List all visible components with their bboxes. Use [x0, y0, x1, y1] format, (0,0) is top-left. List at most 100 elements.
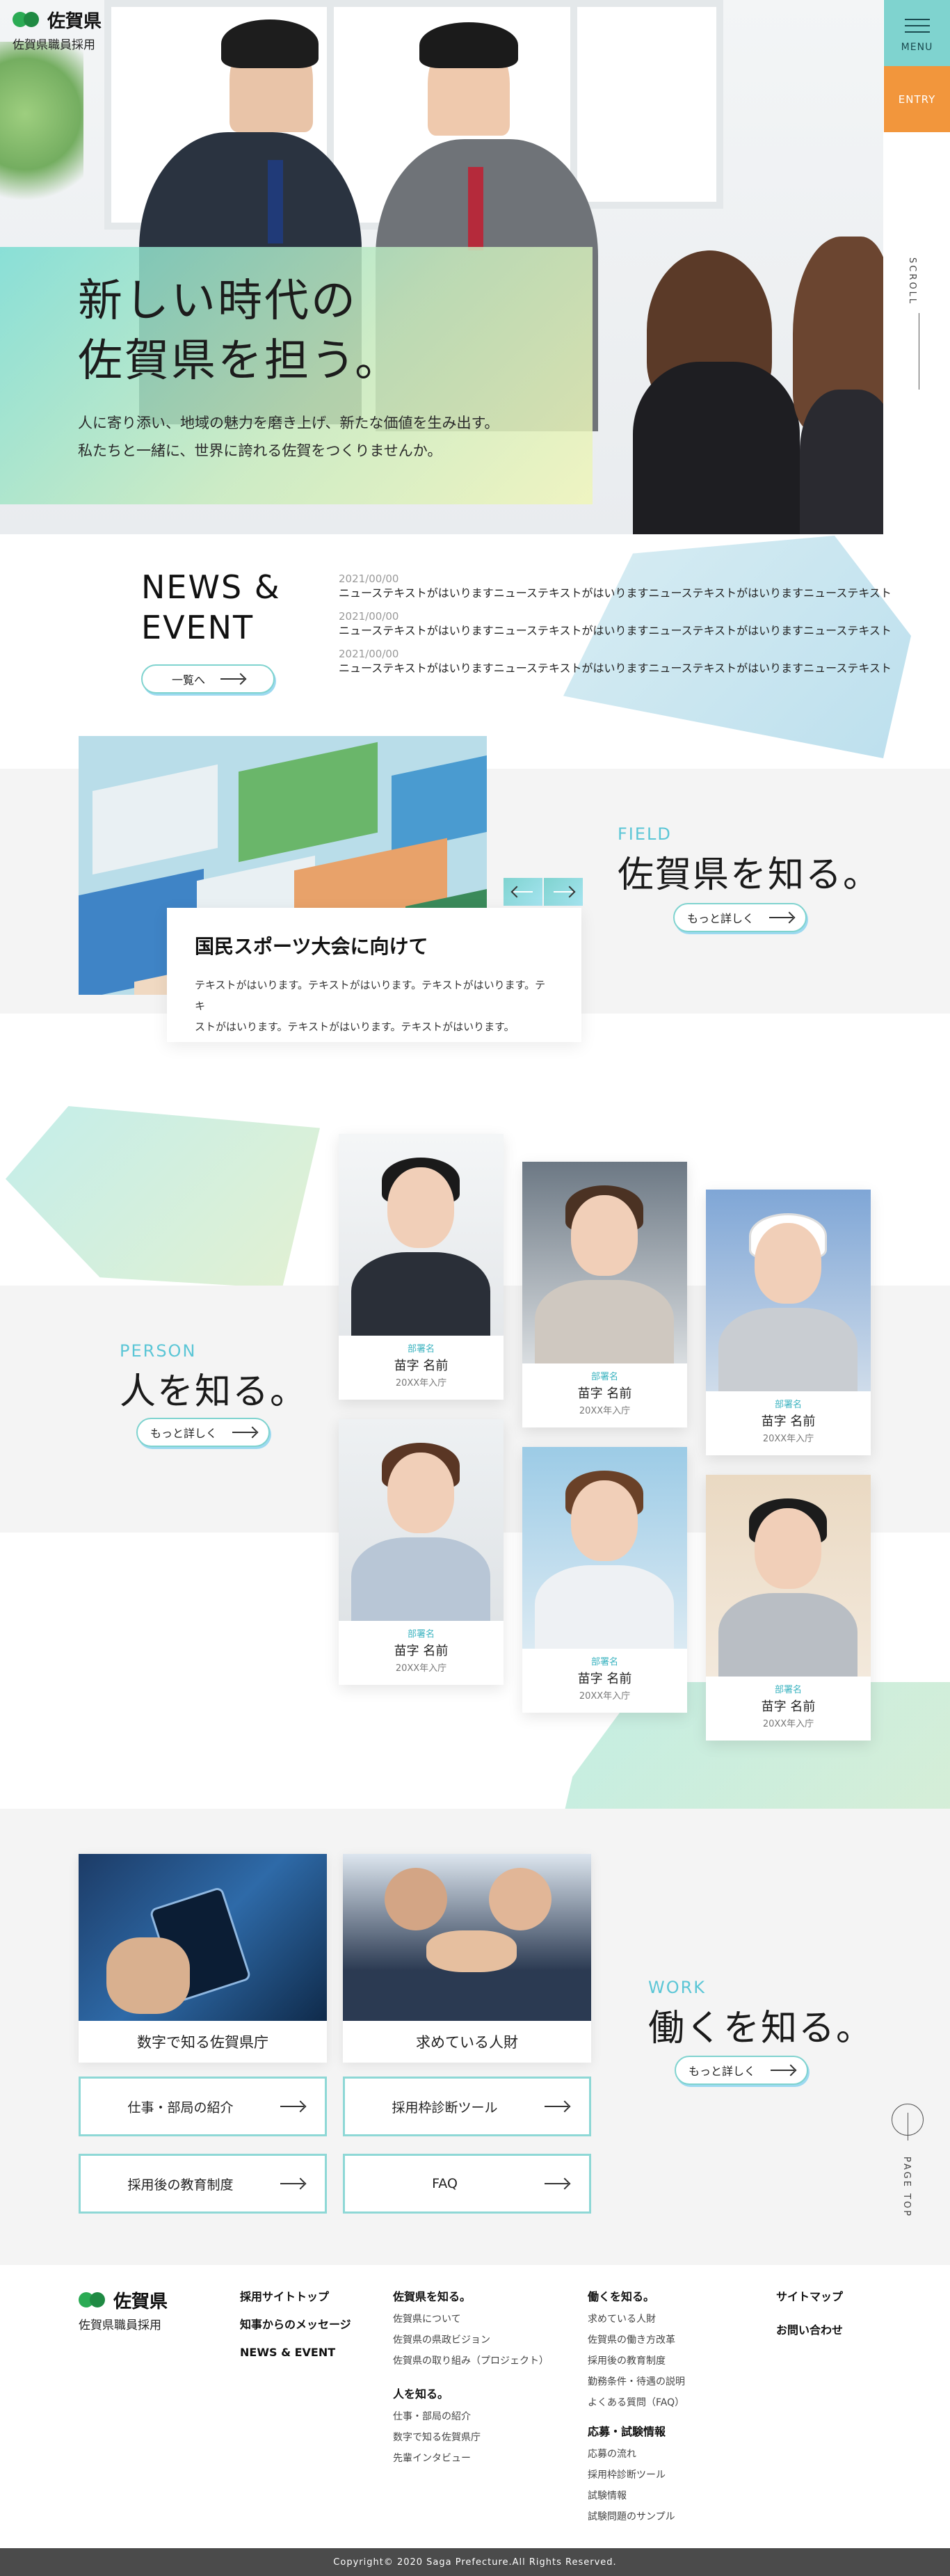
arrow-right-icon	[220, 678, 244, 680]
person-card[interactable]: 部署名 苗字 名前 20XX年入庁	[339, 1419, 504, 1685]
work-more-button[interactable]: もっと詳しく	[675, 2056, 808, 2085]
person-photo	[706, 1475, 871, 1677]
person-card[interactable]: 部署名 苗字 名前 20XX年入庁	[522, 1447, 687, 1713]
footer-link[interactable]: 勤務条件・待遇の説明	[588, 2371, 685, 2392]
footer-link[interactable]: 佐賀県を知る。	[393, 2285, 549, 2309]
news-title-line: EVENT	[141, 609, 255, 646]
entry-button[interactable]: ENTRY	[884, 66, 950, 132]
news-list-button-label: 一覧へ	[171, 673, 205, 687]
footer-col-4: サイトマップ お問い合わせ	[776, 2285, 843, 2342]
scroll-label: SCROLL	[907, 257, 917, 306]
work-link-label: 採用後の教育制度	[127, 2177, 234, 2193]
person-name: 苗字 名前	[761, 1699, 816, 1714]
team-hands-photo	[343, 1854, 591, 2021]
footer-link[interactable]: 佐賀県の県政ビジョン	[393, 2330, 549, 2351]
person-dept: 部署名	[590, 1372, 618, 1382]
footer-link[interactable]: 求めている人財	[588, 2309, 685, 2330]
footer-link[interactable]: 応募・試験情報	[588, 2420, 685, 2444]
slider-prev-button[interactable]	[504, 878, 542, 906]
work-link-jobs[interactable]: 仕事・部局の紹介	[79, 2077, 327, 2136]
news-text[interactable]: ニューステキストがはいりますニューステキストがはいりますニューステキストがはいり…	[339, 623, 895, 639]
work-card-numbers[interactable]: 数字で知る佐賀県庁	[79, 1854, 327, 2063]
footer-link[interactable]: よくある質問（FAQ）	[588, 2392, 685, 2413]
footer-link[interactable]: 働くを知る。	[588, 2285, 685, 2309]
logo-name: 佐賀県	[47, 11, 102, 32]
footer-link[interactable]: 先輩インタビュー	[393, 2448, 549, 2469]
footer-link[interactable]: 人を知る。	[393, 2383, 549, 2406]
photo-hair	[419, 22, 518, 68]
page-top-button[interactable]: PAGE TOP	[892, 2104, 924, 2218]
work-link-education[interactable]: 採用後の教育制度	[79, 2154, 327, 2214]
news-date: 2021/00/00	[339, 573, 399, 585]
footer-link[interactable]: 佐賀県の働き方改革	[588, 2330, 685, 2351]
footer-link[interactable]: 数字で知る佐賀県庁	[393, 2427, 549, 2448]
person-photo	[339, 1419, 504, 1621]
field-card-text: テキストがはいります。テキストがはいります。テキストがはいります。テキ ストがは…	[195, 975, 554, 1037]
arrow-right-icon	[545, 2183, 568, 2184]
arrow-right-icon	[280, 2106, 304, 2107]
footer-link[interactable]: 佐賀県の取り組み（プロジェクト）	[393, 2351, 549, 2371]
person-card[interactable]: 部署名 苗字 名前 20XX年入庁	[522, 1162, 687, 1427]
footer-link[interactable]: NEWS & EVENT	[240, 2341, 351, 2365]
arrow-right-icon	[769, 917, 793, 918]
footer-link[interactable]: 応募の流れ	[588, 2444, 685, 2465]
person-year: 20XX年入庁	[762, 1719, 814, 1729]
work-label-en: WORK	[648, 1978, 707, 1997]
person-card[interactable]: 部署名 苗字 名前 20XX年入庁	[706, 1190, 871, 1455]
footer-col-1: 採用サイトトップ 知事からのメッセージ NEWS & EVENT	[240, 2285, 351, 2365]
menu-button[interactable]: MENU	[884, 0, 950, 66]
work-link-faq[interactable]: FAQ	[343, 2154, 591, 2214]
photo-tie	[268, 160, 283, 243]
footer-link-sitemap[interactable]: サイトマップ	[776, 2285, 843, 2309]
field-card[interactable]: 国民スポーツ大会に向けて テキストがはいります。テキストがはいります。テキストが…	[167, 908, 581, 1042]
person-info: 部署名 苗字 名前 20XX年入庁	[706, 1391, 871, 1455]
footer-link[interactable]: 知事からのメッセージ	[240, 2313, 351, 2337]
photo-tie	[468, 167, 483, 250]
footer-col-3: 働くを知る。 求めている人財 佐賀県の働き方改革 採用後の教育制度 勤務条件・待…	[588, 2285, 685, 2527]
person-card[interactable]: 部署名 苗字 名前 20XX年入庁	[706, 1475, 871, 1741]
news-list-button[interactable]: 一覧へ	[141, 664, 275, 694]
footer-link[interactable]: 採用枠診断ツール	[588, 2465, 685, 2486]
news-title-line: NEWS &	[141, 568, 281, 606]
news-item[interactable]: 2021/00/00 ニューステキストがはいりますニューステキストがはいりますニ…	[339, 647, 895, 676]
field-more-button[interactable]: もっと詳しく	[673, 903, 807, 932]
news-date: 2021/00/00	[339, 648, 399, 660]
footer-link[interactable]: 佐賀県について	[393, 2309, 549, 2330]
footer-link[interactable]: 仕事・部局の紹介	[393, 2406, 549, 2427]
news-item[interactable]: 2021/00/00 ニューステキストがはいりますニューステキストがはいりますニ…	[339, 572, 895, 601]
news-text[interactable]: ニューステキストがはいりますニューステキストがはいりますニューステキストがはいり…	[339, 586, 895, 601]
arrow-up-icon	[892, 2104, 924, 2141]
field-card-title: 国民スポーツ大会に向けて	[195, 935, 428, 958]
footer-link[interactable]: 試験情報	[588, 2486, 685, 2506]
hero-bg-window	[570, 0, 723, 209]
hamburger-icon	[904, 14, 930, 38]
slider-next-button[interactable]	[544, 878, 583, 906]
site-logo[interactable]: 佐賀県	[13, 7, 102, 33]
footer-link[interactable]: 試験問題のサンプル	[588, 2506, 685, 2527]
work-card-label: 数字で知る佐賀県庁	[137, 2034, 268, 2051]
person-dept: 部署名	[407, 1344, 435, 1354]
footer-link[interactable]: 採用後の教育制度	[588, 2351, 685, 2371]
person-dept: 部署名	[407, 1629, 435, 1640]
footer-logo[interactable]: 佐賀県	[79, 2287, 168, 2313]
news-text[interactable]: ニューステキストがはいりますニューステキストがはいりますニューステキストがはいり…	[339, 661, 895, 676]
person-year: 20XX年入庁	[395, 1378, 447, 1389]
footer-link-contact[interactable]: お問い合わせ	[776, 2319, 843, 2342]
person-card[interactable]: 部署名 苗字 名前 20XX年入庁	[339, 1134, 504, 1400]
footer-link[interactable]: 採用サイトトップ	[240, 2285, 351, 2309]
person-year: 20XX年入庁	[579, 1691, 631, 1702]
person-name: 苗字 名前	[577, 1672, 632, 1686]
plant-photo	[0, 42, 83, 223]
work-card-talent[interactable]: 求めている人財	[343, 1854, 591, 2063]
logo-subtitle: 佐賀県職員採用	[13, 38, 95, 52]
person-info: 部署名 苗字 名前 20XX年入庁	[522, 1363, 687, 1427]
photo-hair	[221, 19, 319, 68]
menu-label: MENU	[901, 41, 933, 53]
person-more-button[interactable]: もっと詳しく	[136, 1418, 270, 1447]
work-link-diagnosis[interactable]: 採用枠診断ツール	[343, 2077, 591, 2136]
hero-lead-line: 人に寄り添い、地域の魅力を磨き上げ、新たな価値を生み出す。	[78, 415, 499, 431]
scroll-indicator[interactable]: SCROLL	[907, 257, 919, 390]
person-photo	[522, 1162, 687, 1363]
news-date: 2021/00/00	[339, 610, 399, 623]
news-item[interactable]: 2021/00/00 ニューステキストがはいりますニューステキストがはいりますニ…	[339, 609, 895, 639]
